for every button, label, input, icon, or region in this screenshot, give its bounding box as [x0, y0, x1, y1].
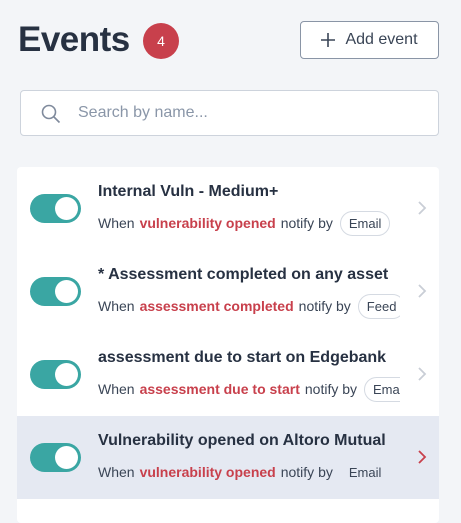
- when-text: When: [98, 298, 135, 314]
- event-row-selected[interactable]: Vulnerability opened on Altoro Mutual Wh…: [17, 416, 439, 499]
- chevron-right-icon: [418, 201, 427, 215]
- event-row[interactable]: Internal Vuln - Medium+ When vulnerabili…: [17, 167, 439, 250]
- event-enabled-toggle[interactable]: [30, 194, 81, 223]
- chevron-right-icon: [418, 450, 427, 464]
- notify-channel-badge: Email: [348, 464, 382, 480]
- toggle-knob: [55, 197, 78, 220]
- toggle-knob: [55, 363, 78, 386]
- event-title: * Assessment completed on any asset: [98, 266, 389, 283]
- events-page: Events 4 Add event Internal Vuln - Mediu…: [0, 0, 461, 523]
- chevron-right-icon: [418, 367, 427, 381]
- toggle-knob: [55, 446, 78, 469]
- event-enabled-toggle[interactable]: [30, 277, 81, 306]
- when-text: When: [98, 381, 135, 397]
- event-description: When assessment due to start notify by E…: [98, 375, 400, 403]
- event-trigger: vulnerability opened: [139, 464, 276, 480]
- notify-channel-badge: Email: [364, 376, 400, 402]
- event-row[interactable]: assessment due to start on Edgebank When…: [17, 333, 439, 416]
- event-trigger: assessment due to start: [139, 381, 300, 397]
- page-header: Events 4 Add event: [18, 18, 439, 62]
- notify-text: notify by: [280, 215, 333, 231]
- search-box: [20, 90, 439, 136]
- events-count-badge: 4: [143, 23, 179, 59]
- when-text: When: [98, 464, 135, 480]
- event-description: When vulnerability opened notify by Emai…: [98, 458, 400, 486]
- event-description: When vulnerability opened notify by Emai…: [98, 209, 400, 237]
- page-title: Events: [18, 20, 130, 59]
- add-event-button[interactable]: Add event: [300, 21, 439, 59]
- event-row[interactable]: * Assessment completed on any asset When…: [17, 250, 439, 333]
- notify-channel-badge: Feed: [357, 293, 400, 319]
- add-event-label: Add event: [345, 31, 418, 48]
- plus-icon: [321, 33, 336, 47]
- event-trigger: assessment completed: [139, 298, 294, 314]
- event-description: When assessment completed notify by Feed: [98, 292, 400, 320]
- notify-text: notify by: [298, 298, 351, 314]
- search-input[interactable]: [78, 91, 428, 135]
- chevron-right-icon: [418, 284, 427, 298]
- when-text: When: [98, 215, 135, 231]
- event-title: assessment due to start on Edgebank: [98, 349, 387, 366]
- event-title: Internal Vuln - Medium+: [98, 183, 279, 200]
- notify-text: notify by: [304, 381, 358, 397]
- events-list: Internal Vuln - Medium+ When vulnerabili…: [17, 167, 439, 523]
- search-icon: [41, 104, 61, 124]
- event-title: Vulnerability opened on Altoro Mutual: [98, 432, 386, 449]
- toggle-knob: [55, 280, 78, 303]
- event-enabled-toggle[interactable]: [30, 443, 81, 472]
- notify-channel-badge: Email: [339, 210, 391, 236]
- event-trigger: vulnerability opened: [139, 215, 276, 231]
- event-enabled-toggle[interactable]: [30, 360, 81, 389]
- notify-text: notify by: [280, 464, 333, 480]
